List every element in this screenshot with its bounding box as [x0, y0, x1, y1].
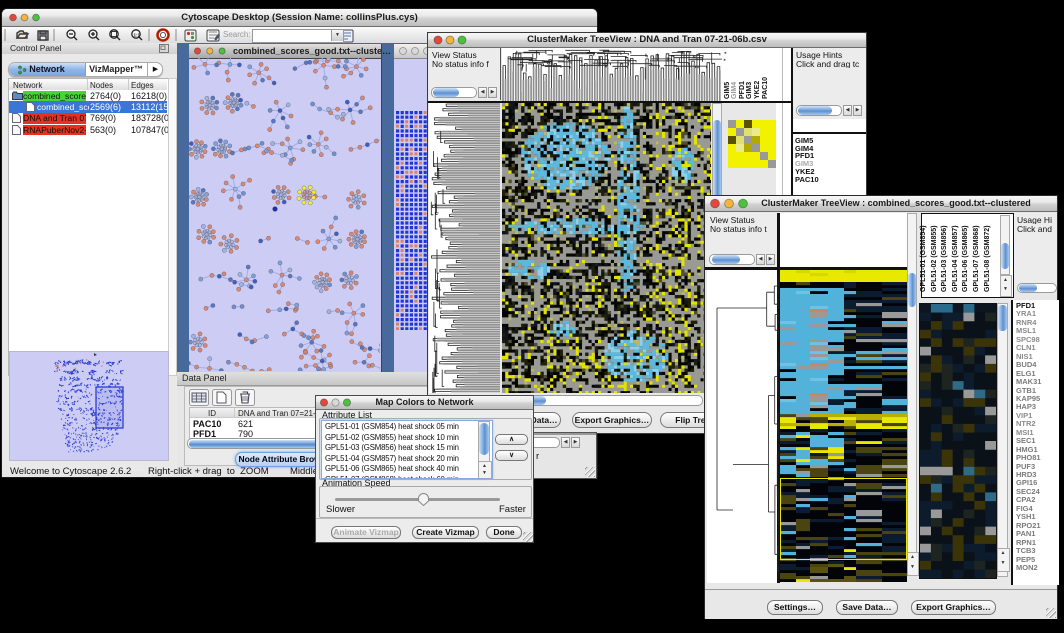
svg-text:1:1: 1:1 [134, 33, 141, 38]
